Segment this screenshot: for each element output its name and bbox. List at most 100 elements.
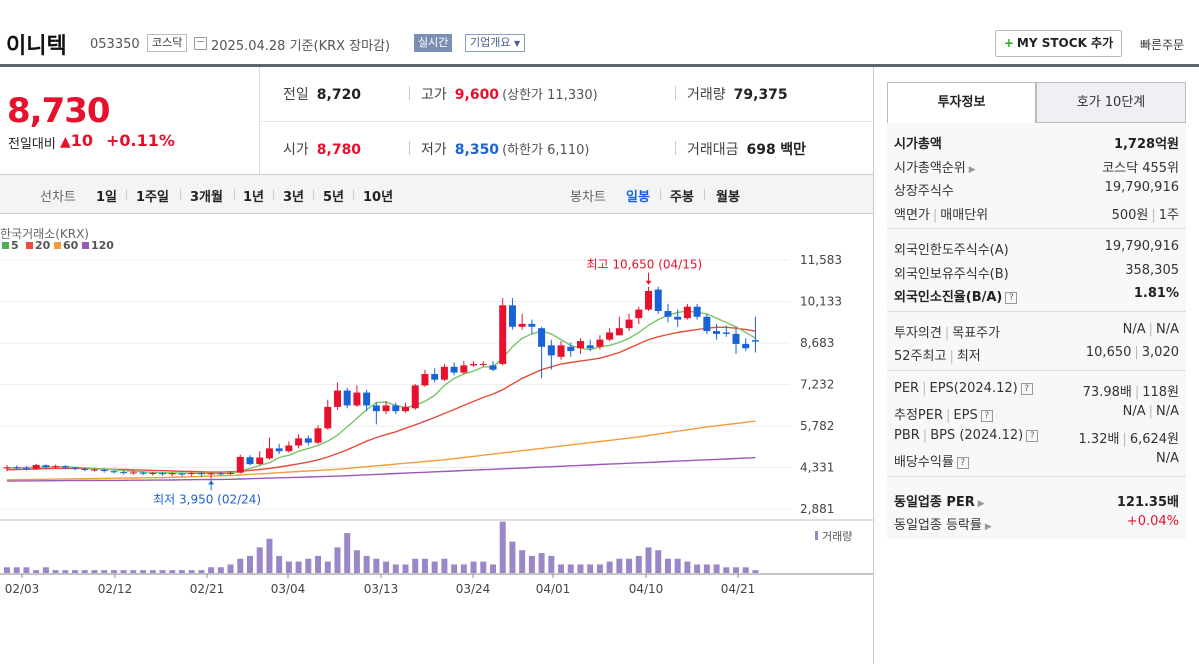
range-1w[interactable]: 1주일 <box>136 186 169 205</box>
volume-bar <box>353 550 360 573</box>
my-stock-add-button[interactable]: + MY STOCK 추가 <box>995 30 1122 57</box>
volume-bar <box>451 564 458 573</box>
candle-body <box>674 316 682 320</box>
par-unit-value: 500원 | 1주 <box>1111 207 1179 223</box>
volume-bar <box>227 564 234 573</box>
par-unit-label: 액면가 | 매매단위 <box>894 207 989 223</box>
candle-body <box>71 467 79 469</box>
legend-swatch-120 <box>82 242 89 249</box>
industry-rate-label[interactable]: 동일업종 등락률 ▶ <box>894 514 992 533</box>
help-icon[interactable]: ? <box>956 457 969 469</box>
range-5y[interactable]: 5년 <box>323 186 344 205</box>
quick-order-link[interactable]: 빠른주문 <box>1140 36 1184 53</box>
volume-bar <box>140 570 147 573</box>
x-tick-label: 03/13 <box>364 582 399 596</box>
foreign-ratio-label: 외국인소진율(B/A)? <box>894 286 1018 305</box>
volume-bar <box>247 555 253 573</box>
high-price: 고가 9,600 (상한가 11,330) <box>421 87 598 103</box>
volume-bar <box>178 570 185 573</box>
volume-bar <box>110 570 117 573</box>
candle-body <box>470 363 478 366</box>
y-tick-label: 8,683 <box>800 336 834 350</box>
candle-body <box>110 471 118 473</box>
tab-order-book[interactable]: 호가 10단계 <box>1036 82 1186 123</box>
ma-line-ma5 <box>6 310 756 475</box>
candle-body <box>557 345 565 357</box>
range-1d[interactable]: 1일 <box>96 186 117 205</box>
candle-body <box>547 345 555 356</box>
candle-weekly[interactable]: 주봉 <box>670 186 694 205</box>
candle-body <box>100 469 108 471</box>
candle-body <box>421 373 429 386</box>
up-triangle-icon: ▲ <box>60 134 71 150</box>
chevron-right-icon: ▶ <box>977 498 985 509</box>
divider <box>313 189 314 200</box>
shares-label: 상장주식수 <box>894 184 954 199</box>
rank-value: 코스닥 455위 <box>1102 160 1179 176</box>
volume-bar <box>460 564 467 573</box>
range-3m[interactable]: 3개월 <box>190 186 223 205</box>
candle-body <box>732 333 740 344</box>
candle-body <box>722 332 730 334</box>
tab-invest-info[interactable]: 투자정보 <box>887 82 1036 123</box>
candle-body <box>159 473 167 475</box>
stock-chart[interactable]: 한국거래소(KRX) 5 20 60 120 11,583 10,133 8,683 7,2… <box>0 215 873 605</box>
volume-bar <box>217 567 224 573</box>
info-panel: 투자정보 호가 10단계 시가총액 1,728억원 시가총액순위 ▶ 코스닥 455위… <box>887 82 1186 539</box>
range-10y[interactable]: 10년 <box>363 186 393 205</box>
candle-body <box>402 406 410 412</box>
candle-body <box>713 331 721 334</box>
company-info-dropdown[interactable]: 기업개요 ▼ <box>465 34 526 52</box>
candlestick-chart[interactable]: 한국거래소(KRX) 5 20 60 120 11,58310,1338,6837,2… <box>0 215 873 605</box>
volume-bar <box>528 555 535 573</box>
volume-bar <box>470 561 477 573</box>
range-1y[interactable]: 1년 <box>243 186 264 205</box>
volume-bar <box>149 570 156 573</box>
rank-label[interactable]: 시가총액순위 ▶ <box>894 157 976 176</box>
ma-line-ma60 <box>6 420 756 481</box>
volume-bar <box>421 558 428 573</box>
help-icon[interactable]: ? <box>980 410 993 422</box>
volume-bar <box>256 547 263 573</box>
volume-bar <box>548 555 555 573</box>
chevron-down-icon: ▼ <box>513 39 521 48</box>
candle-body <box>207 473 215 475</box>
volume-bar <box>295 561 302 573</box>
legend-swatch-5 <box>2 242 9 249</box>
volume-bar <box>723 567 730 573</box>
volume-bar <box>208 567 215 573</box>
candle-daily[interactable]: 일봉 <box>626 186 650 205</box>
candle-body <box>90 469 98 471</box>
realtime-button[interactable]: 실시간 <box>414 34 453 52</box>
volume-bar <box>324 561 331 573</box>
prev-close: 전일 8,720 <box>283 87 362 103</box>
candle-monthly[interactable]: 월봉 <box>716 186 740 205</box>
candle-body <box>178 473 186 475</box>
candle-body <box>236 456 244 473</box>
volume-bar <box>703 564 710 573</box>
candle-body <box>285 445 293 452</box>
candle-body <box>431 373 439 380</box>
price-change-pct: +0.11% <box>106 131 175 150</box>
volume-bar <box>655 550 662 573</box>
w52-value: 10,650 | 3,020 <box>1085 345 1179 360</box>
est-per-value: N/A | N/A <box>1122 404 1179 419</box>
range-3y[interactable]: 3년 <box>283 186 304 205</box>
foreign-limit-value: 19,790,916 <box>1104 239 1179 254</box>
volume-bar <box>392 564 399 573</box>
candle-chart-label[interactable]: 봉차트 <box>570 186 606 205</box>
help-icon[interactable]: ? <box>1005 292 1018 304</box>
volume-legend-swatch <box>815 531 818 540</box>
candle-body <box>654 289 662 312</box>
stock-name: 이니텍 <box>6 34 67 59</box>
industry-per-label[interactable]: 동일업종 PER ▶ <box>894 491 985 510</box>
line-chart-label[interactable]: 선차트 <box>40 186 76 205</box>
help-icon[interactable]: ? <box>1020 382 1033 395</box>
volume-bar <box>635 555 642 573</box>
help-icon[interactable]: ? <box>1026 429 1039 442</box>
candle-body <box>440 366 448 380</box>
volume-bar <box>499 521 506 573</box>
candle-body <box>188 472 196 474</box>
y-tick-label: 2,881 <box>800 502 834 516</box>
volume-bar <box>616 558 623 573</box>
